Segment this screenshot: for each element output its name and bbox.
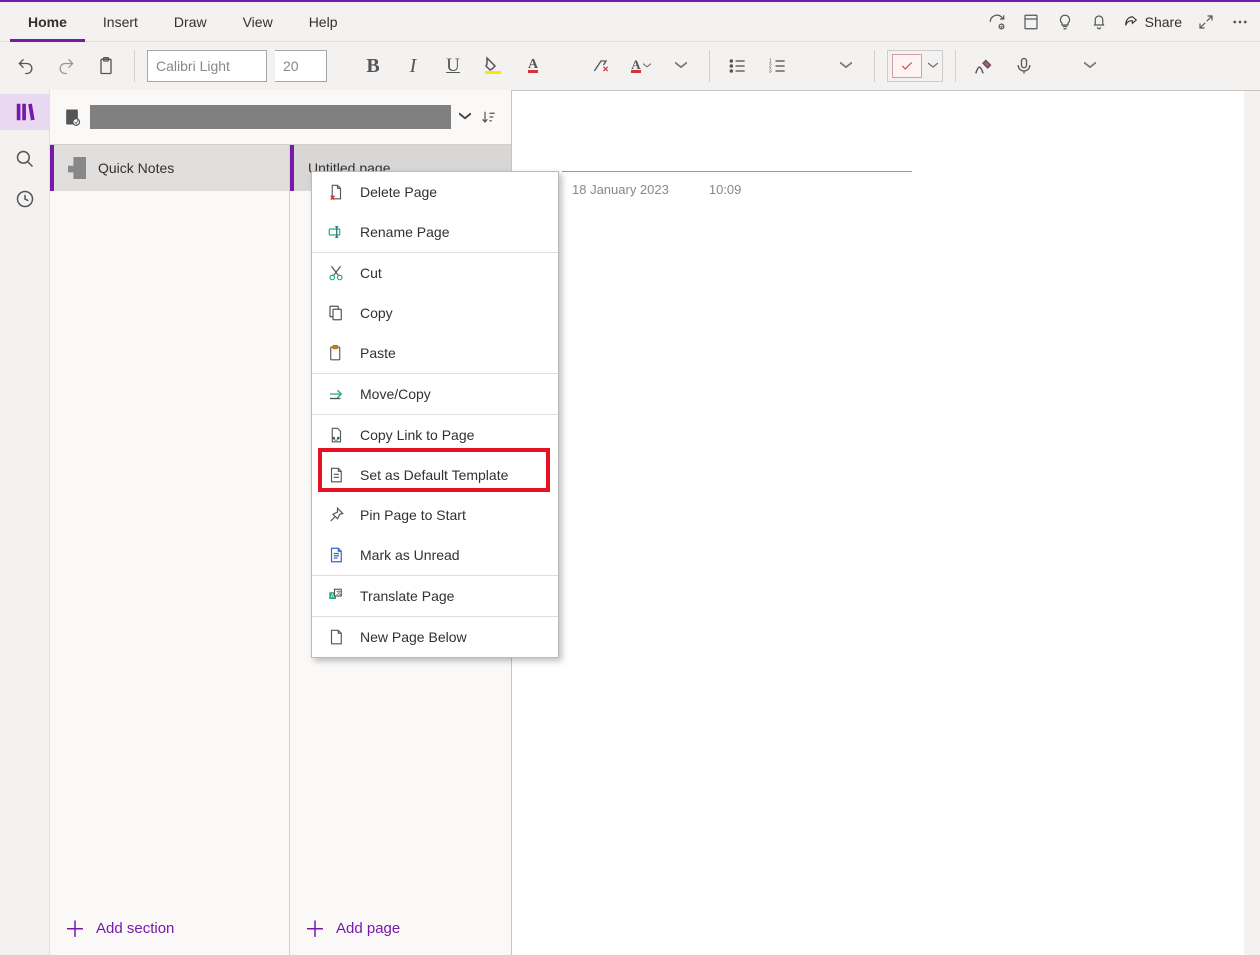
ribbon-tabs: Home Insert Draw View Help Share — [0, 2, 1260, 42]
clipboard-button[interactable] — [90, 50, 122, 82]
copy-icon — [326, 303, 346, 323]
ctx-translate[interactable]: A文 Translate Page — [312, 576, 558, 616]
undo-button[interactable] — [10, 50, 42, 82]
add-section-button[interactable]: ＋ Add section — [50, 901, 290, 955]
section-label: Quick Notes — [98, 160, 174, 176]
tab-help[interactable]: Help — [291, 2, 356, 42]
more-icon[interactable] — [1230, 12, 1250, 32]
template-icon — [326, 465, 346, 485]
ctx-copy[interactable]: Copy — [312, 293, 558, 333]
font-size-input[interactable]: 20 — [275, 50, 327, 82]
more-ribbon-dropdown[interactable] — [1074, 50, 1106, 82]
bold-button[interactable]: B — [357, 50, 389, 82]
page-date: 18 January 2023 — [572, 182, 669, 197]
add-section-label: Add section — [96, 920, 174, 937]
ctx-label: Copy — [360, 305, 393, 321]
ctx-move-copy[interactable]: Move/Copy — [312, 374, 558, 414]
dictate-button[interactable] — [1008, 50, 1040, 82]
bell-icon[interactable] — [1089, 12, 1109, 32]
translate-icon: A文 — [326, 586, 346, 606]
feed-icon[interactable] — [1021, 12, 1041, 32]
tab-insert[interactable]: Insert — [85, 2, 156, 42]
recent-icon[interactable] — [14, 188, 36, 210]
cut-icon — [326, 263, 346, 283]
ctx-rename-page[interactable]: Rename Page — [312, 212, 558, 252]
bulb-icon[interactable] — [1055, 12, 1075, 32]
notebook-header[interactable] — [50, 90, 511, 144]
svg-text:3: 3 — [769, 69, 772, 75]
ctx-label: Delete Page — [360, 184, 437, 200]
page-title-input[interactable] — [562, 136, 912, 172]
ctx-label: Move/Copy — [360, 386, 431, 402]
add-page-label: Add page — [336, 920, 400, 937]
page-icon — [326, 627, 346, 647]
paragraph-dropdown[interactable] — [830, 50, 862, 82]
pin-icon — [326, 505, 346, 525]
bullets-button[interactable] — [722, 50, 754, 82]
fullscreen-icon[interactable] — [1196, 12, 1216, 32]
redo-button[interactable] — [50, 50, 82, 82]
page-delete-icon — [326, 182, 346, 202]
font-name-input[interactable]: Calibri Light — [147, 50, 267, 82]
numbering-button[interactable]: 123 — [762, 50, 794, 82]
add-page-button[interactable]: ＋ Add page — [290, 901, 511, 955]
link-icon — [326, 425, 346, 445]
ctx-delete-page[interactable]: Delete Page — [312, 172, 558, 212]
ctx-label: Paste — [360, 345, 396, 361]
format-painter-button[interactable]: A — [625, 50, 657, 82]
share-button[interactable]: Share — [1123, 14, 1182, 30]
ctx-label: Set as Default Template — [360, 467, 508, 483]
ribbon-toolbar: Calibri Light 20 B I U A A 123 — [0, 42, 1260, 90]
plus-icon: ＋ — [64, 912, 86, 944]
sort-icon[interactable] — [479, 108, 499, 126]
underline-button[interactable]: U — [437, 50, 469, 82]
font-color-button[interactable]: A — [517, 50, 549, 82]
navigation-rail — [0, 90, 50, 955]
ctx-label: Translate Page — [360, 588, 454, 604]
svg-text:A: A — [331, 594, 335, 600]
vertical-scrollbar[interactable] — [1244, 91, 1260, 955]
ctx-paste[interactable]: Paste — [312, 333, 558, 373]
notebooks-icon[interactable] — [14, 101, 36, 123]
paste-icon — [326, 343, 346, 363]
page-canvas[interactable]: 18 January 2023 10:09 — [512, 90, 1260, 955]
text-style-dropdown[interactable] — [665, 50, 697, 82]
page-time: 10:09 — [709, 182, 742, 197]
italic-button[interactable]: I — [397, 50, 429, 82]
tab-draw[interactable]: Draw — [156, 2, 225, 42]
ctx-new-page-below[interactable]: New Page Below — [312, 617, 558, 657]
move-icon — [326, 384, 346, 404]
ctx-label: Mark as Unread — [360, 547, 460, 563]
share-label: Share — [1145, 14, 1182, 30]
plus-icon: ＋ — [304, 912, 326, 944]
sync-icon[interactable] — [987, 12, 1007, 32]
clear-formatting-button[interactable] — [585, 50, 617, 82]
notebook-name-redacted — [90, 105, 451, 129]
ctx-label: Pin Page to Start — [360, 507, 466, 523]
section-tab-icon — [68, 157, 86, 179]
ctx-copy-link[interactable]: Copy Link to Page — [312, 415, 558, 455]
ctx-cut[interactable]: Cut — [312, 253, 558, 293]
tab-home[interactable]: Home — [10, 2, 85, 42]
ctx-label: Cut — [360, 265, 382, 281]
tag-todo-button[interactable] — [887, 50, 943, 82]
ctx-set-default-template[interactable]: Set as Default Template — [312, 455, 558, 495]
unread-icon — [326, 545, 346, 565]
ctx-pin-to-start[interactable]: Pin Page to Start — [312, 495, 558, 535]
ctx-mark-unread[interactable]: Mark as Unread — [312, 535, 558, 575]
page-context-menu: Delete Page Rename Page Cut Copy Paste M… — [311, 171, 559, 658]
sections-column: Quick Notes — [50, 145, 290, 901]
search-icon[interactable] — [14, 148, 36, 170]
ctx-label: Rename Page — [360, 224, 450, 240]
chevron-down-icon[interactable] — [459, 111, 471, 123]
rename-icon — [326, 222, 346, 242]
highlight-button[interactable] — [477, 50, 509, 82]
ink-button[interactable] — [968, 50, 1000, 82]
tab-view[interactable]: View — [225, 2, 291, 42]
section-item-quick-notes[interactable]: Quick Notes — [50, 145, 289, 191]
ctx-label: Copy Link to Page — [360, 427, 474, 443]
ctx-label: New Page Below — [360, 629, 467, 645]
